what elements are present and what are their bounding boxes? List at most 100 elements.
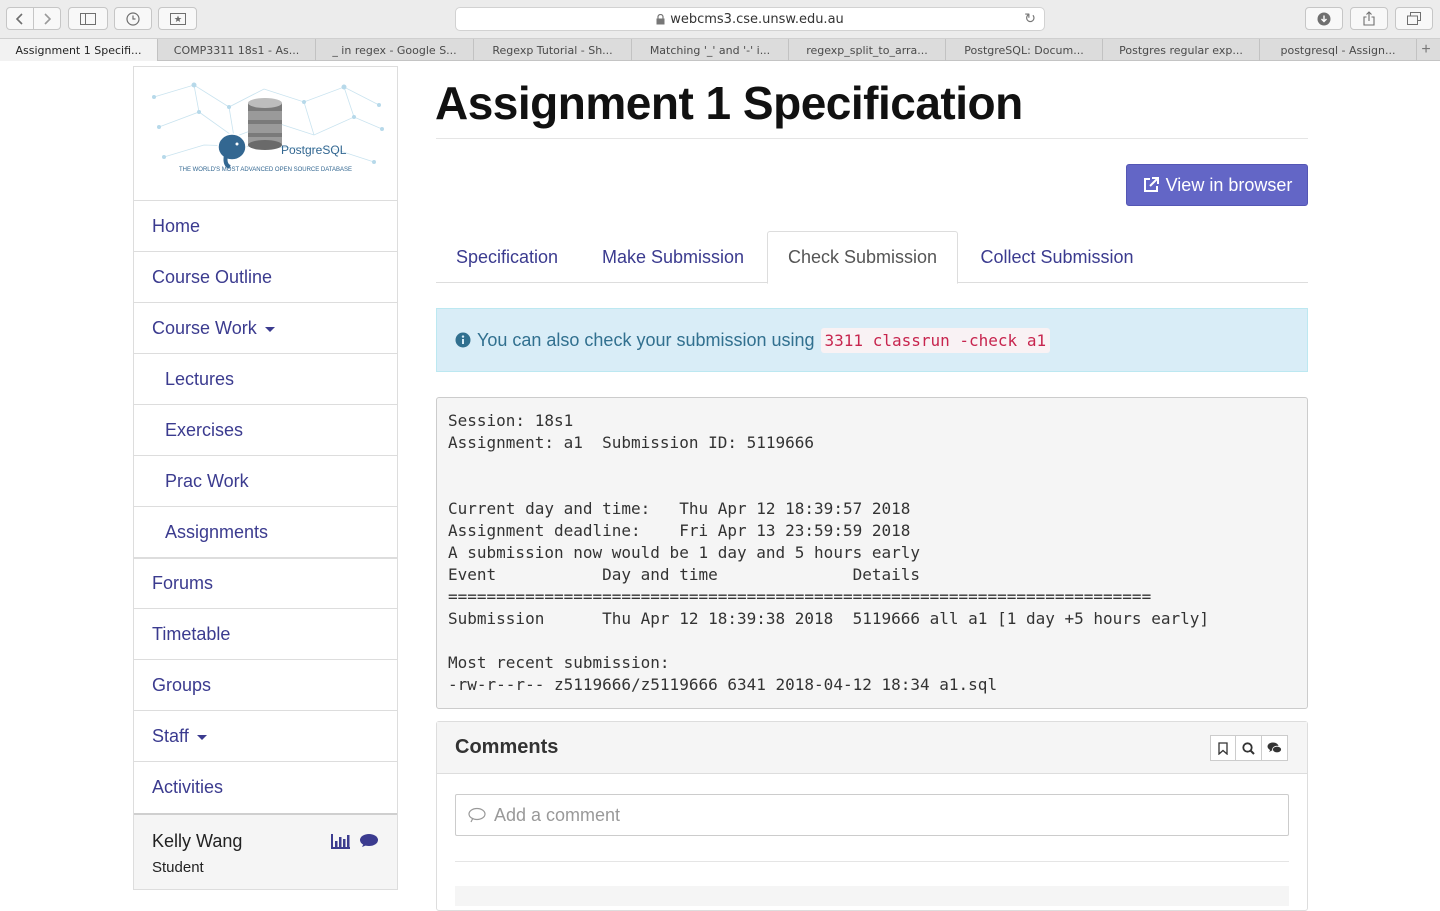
comments-icon xyxy=(1267,742,1282,754)
sidebar-item-label: Prac Work xyxy=(165,470,249,491)
favorites-button[interactable] xyxy=(158,7,197,30)
page-title: Assignment 1 Specification xyxy=(435,77,1023,129)
sidebar-item-lectures[interactable]: Lectures xyxy=(134,354,397,405)
sidebar-item-groups[interactable]: Groups xyxy=(134,660,397,711)
share-button[interactable] xyxy=(1350,7,1388,30)
comments-header: Comments xyxy=(437,722,1307,774)
output-line: Assignment deadline: Fri Apr 13 23:59:59… xyxy=(448,521,911,540)
sidebar-item-course-work[interactable]: Course Work xyxy=(134,303,397,354)
browser-toolbar: webcms3.cse.unsw.edu.au ↻ xyxy=(0,0,1440,38)
sidebar-item-prac-work[interactable]: Prac Work xyxy=(134,456,397,507)
sidebar-item-timetable[interactable]: Timetable xyxy=(134,609,397,660)
course-logo[interactable]: PostgreSQL THE WORLD'S MOST ADVANCED OPE… xyxy=(134,67,397,201)
tabs-icon xyxy=(1407,12,1421,25)
browser-tab[interactable]: regexp_split_to_arra... xyxy=(789,39,946,61)
info-circle-icon xyxy=(455,332,471,348)
speech-bubble-icon xyxy=(468,807,486,823)
bookmark-button[interactable] xyxy=(1210,735,1236,761)
output-line: Current day and time: Thu Apr 12 18:39:5… xyxy=(448,499,911,518)
sidebar-icon xyxy=(80,12,96,25)
sidebar-item-assignments[interactable]: Assignments xyxy=(134,507,397,558)
sidebar-item-exercises[interactable]: Exercises xyxy=(134,405,397,456)
browser-tab[interactable]: Postgres regular exp... xyxy=(1103,39,1260,61)
output-line: Most recent submission: xyxy=(448,653,670,672)
sidebar-item-label: Exercises xyxy=(165,419,244,440)
sidebar-item-label: Home xyxy=(152,215,201,236)
discussion-button[interactable] xyxy=(1262,735,1288,761)
comment-placeholder: Add a comment xyxy=(494,804,621,825)
sidebar-toggle-button[interactable] xyxy=(68,7,108,30)
tab-check-submission[interactable]: Check Submission xyxy=(767,231,958,284)
view-in-browser-label: View in browser xyxy=(1165,174,1293,195)
browser-tab[interactable]: PostgreSQL: Docum... xyxy=(946,39,1103,61)
tab-collect-submission[interactable]: Collect Submission xyxy=(961,231,1153,283)
output-line: -rw-r--r-- z5119666/z5119666 6341 2018-0… xyxy=(448,675,998,694)
sidebar-item-label: Groups xyxy=(152,674,212,695)
user-role: Student xyxy=(152,859,204,876)
sidebar-item-forums[interactable]: Forums xyxy=(134,558,397,609)
back-forward-buttons xyxy=(6,7,61,30)
browser-tab[interactable]: COMP3311 18s1 - As... xyxy=(158,39,316,61)
address-bar[interactable]: webcms3.cse.unsw.edu.au ↻ xyxy=(455,7,1045,31)
tab-overview-button[interactable] xyxy=(1395,7,1433,30)
share-icon xyxy=(1363,11,1375,26)
chat-bubble-icon[interactable] xyxy=(359,833,379,849)
caret-down-icon xyxy=(264,327,275,332)
browser-tab[interactable]: postgresql - Assign... xyxy=(1260,39,1417,61)
back-button[interactable] xyxy=(7,8,33,29)
output-line: Submission Thu Apr 12 18:39:38 2018 5119… xyxy=(448,609,1209,628)
output-line: ========================================… xyxy=(448,587,1152,606)
sidebar-item-staff[interactable]: Staff xyxy=(134,711,397,762)
browser-tab[interactable]: Matching '_' and '-' i... xyxy=(632,39,789,61)
reload-icon[interactable]: ↻ xyxy=(1024,11,1036,27)
chevron-left-icon xyxy=(16,12,23,25)
search-comments-button[interactable] xyxy=(1236,735,1262,761)
browser-tab[interactable]: _ in regex - Google S... xyxy=(316,39,474,61)
bookmark-icon xyxy=(1218,741,1228,755)
submission-tabs: Specification Make Submission Check Subm… xyxy=(436,231,1308,284)
external-link-icon xyxy=(1143,177,1159,192)
output-line: Assignment: a1 Submission ID: 5119666 xyxy=(448,433,815,452)
sidebar-item-label: Staff xyxy=(152,725,189,746)
view-in-browser-button[interactable]: View in browser xyxy=(1126,164,1308,206)
postgresql-logo-icon xyxy=(152,82,384,169)
sidebar-item-course-outline[interactable]: Course Outline xyxy=(134,252,397,303)
comment-input[interactable]: Add a comment xyxy=(455,794,1289,836)
download-icon xyxy=(1317,12,1331,25)
tab-specification[interactable]: Specification xyxy=(436,231,578,283)
comments-title: Comments xyxy=(455,736,559,758)
search-icon xyxy=(1242,741,1255,755)
user-panel: Kelly Wang Student xyxy=(134,813,397,889)
sidebar-item-label: Timetable xyxy=(152,623,231,644)
sidebar: PostgreSQL THE WORLD'S MOST ADVANCED OPE… xyxy=(133,66,398,890)
output-line: Session: 18s1 xyxy=(448,411,574,430)
info-text: You can also check your submission using xyxy=(477,329,815,350)
sidebar-item-home[interactable]: Home xyxy=(134,201,397,252)
history-button[interactable] xyxy=(114,7,152,30)
forward-button[interactable] xyxy=(33,8,60,29)
star-icon xyxy=(169,12,186,25)
browser-tab[interactable]: Assignment 1 Specifi... xyxy=(0,39,158,61)
tab-make-submission[interactable]: Make Submission xyxy=(582,231,764,283)
sidebar-item-label: Assignments xyxy=(165,521,269,542)
chevron-right-icon xyxy=(44,12,52,25)
comments-toolbar xyxy=(1210,735,1288,761)
browser-tab[interactable]: Regexp Tutorial - Sh... xyxy=(474,39,632,61)
bar-chart-icon[interactable] xyxy=(331,833,351,849)
logo-brand: PostgreSQL xyxy=(281,143,347,157)
info-alert: You can also check your submission using… xyxy=(436,308,1308,372)
url-text: webcms3.cse.unsw.edu.au xyxy=(670,11,844,27)
sidebar-item-label: Activities xyxy=(152,777,224,797)
browser-tab-bar: Assignment 1 Specifi... COMP3311 18s1 - … xyxy=(0,38,1440,61)
output-line: Event Day and time Details xyxy=(448,565,921,584)
submission-output: Session: 18s1 Assignment: a1 Submission … xyxy=(436,397,1308,709)
sidebar-item-activities[interactable]: Activities xyxy=(134,762,397,813)
user-actions xyxy=(331,833,379,849)
title-divider xyxy=(436,138,1308,139)
new-tab-button[interactable]: + xyxy=(1416,39,1436,61)
downloads-button[interactable] xyxy=(1305,7,1343,30)
sidebar-item-label: Lectures xyxy=(165,368,235,389)
